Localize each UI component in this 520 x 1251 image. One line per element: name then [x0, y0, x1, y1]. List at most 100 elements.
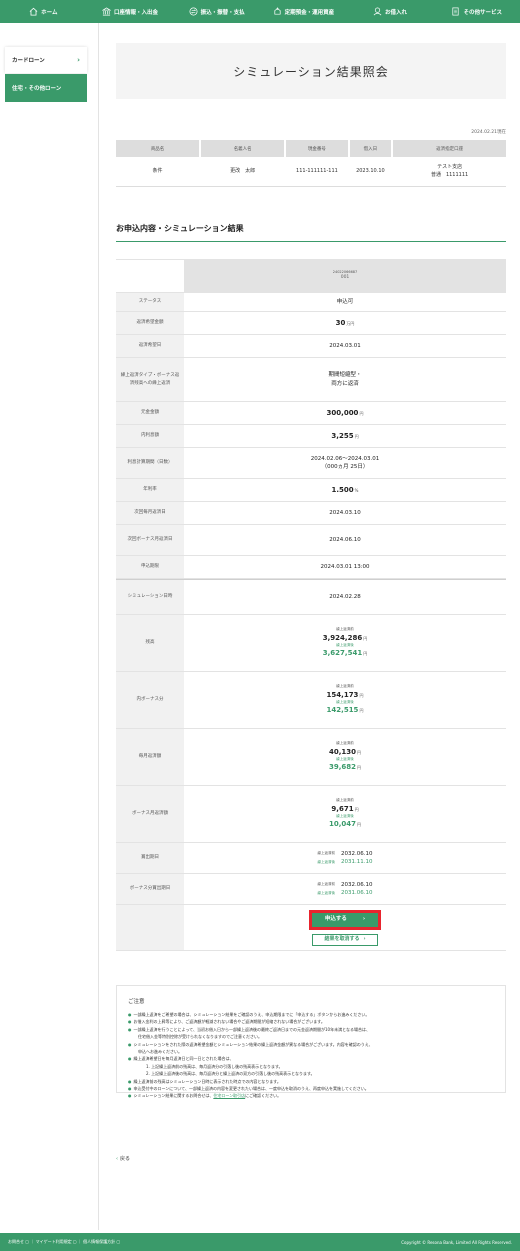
column-header: 現金番号: [286, 140, 348, 157]
rate-value: 1.500%: [184, 479, 506, 501]
before-amount: 9,671: [331, 804, 354, 813]
row-label: 元金金額: [116, 402, 184, 424]
nav-savings[interactable]: 定期預金・運用資産: [260, 0, 347, 23]
footer-links[interactable]: お問合せ ▢ ｜ マイゲート利用規定 ▢ ｜ 個人情報保護方針 ▢: [8, 1239, 120, 1245]
nav-home[interactable]: ホーム: [0, 0, 87, 23]
bonus-monthly-value: 繰上返済前 9,671円 繰上返済後 10,047円: [184, 786, 506, 842]
before-tag: 繰上返済前: [317, 882, 336, 887]
row-label: ステータス: [116, 293, 184, 311]
row-label: 返済希望日: [116, 335, 184, 357]
amount-unit: 円: [357, 822, 361, 828]
nav-other-label: その他サービス: [463, 9, 502, 16]
row-label: 利息計算期間（日数）: [116, 448, 184, 478]
desired-amount-value: 30万円: [184, 312, 506, 334]
bullet-icon: ●: [128, 1085, 132, 1091]
document-icon: [452, 7, 459, 16]
amount-unit: 円: [354, 433, 359, 439]
repay-type-line: 両方に返済: [331, 380, 359, 387]
before-date: 2032.06.10: [341, 850, 373, 857]
nav-transfer[interactable]: 振込・振替・支払: [173, 0, 260, 23]
repayment-account: テスト支店 普通 1111111: [393, 157, 506, 186]
action-buttons: 申込する › 結果を取消する ›: [184, 905, 506, 950]
nav-other[interactable]: その他サービス: [433, 0, 520, 23]
amount-unit: 円: [359, 708, 364, 714]
bullet-icon: ●: [128, 1012, 132, 1017]
row-label: 繰上返済タイプ・ボーナス返済残高への繰上返済: [116, 358, 184, 401]
row-label: 内利息額: [116, 425, 184, 447]
cancel-result-button[interactable]: 結果を取消する ›: [312, 933, 378, 946]
note-text: 繰上返済希望日を毎月返済日と同一日とされた場合は、: [133, 1056, 234, 1062]
note-line: 2. 上記繰上返済後の残高は、毎月返済分と繰上返済の双方の引落し後の残高表示とな…: [128, 1070, 494, 1077]
bullet-icon: ●: [128, 1019, 132, 1025]
apply-button-label: 申込する: [324, 916, 347, 923]
loan-icon: [373, 7, 382, 16]
chevron-right-icon: ›: [363, 935, 366, 942]
deadline-value: 2024.03.01 13:00: [320, 563, 370, 570]
nav-accounts[interactable]: 口座情報・入出金: [87, 0, 174, 23]
branch-link[interactable]: 住宅ローン取引店: [213, 1093, 245, 1098]
note-text: 一部繰上返済をご希望の場合は、シミュレーション結果をご確認のうえ、申込期限までに…: [133, 1012, 370, 1017]
account-number: 普通 1111111: [430, 171, 469, 178]
next-monthly-value: 2024.03.10: [329, 509, 361, 516]
back-label: 戻る: [120, 1156, 131, 1162]
after-amount: 3,627,541: [322, 649, 363, 658]
repay-type-value: 期間短縮型・ 両方に返済: [184, 358, 506, 401]
table-row: 利息計算期間（日数） 2024.02.06～2024.03.01 （000ヵ月 …: [116, 448, 506, 479]
copyright: Copyright © Resona Bank, Limited All Rig…: [401, 1239, 512, 1245]
amount-unit: 円: [357, 765, 361, 771]
simulation-table: 24022066687 001 ステータス 申込可 返済希望金額 30万円 返済…: [116, 259, 506, 951]
sim-datetime-value: 2024.02.28: [329, 593, 361, 600]
note-line: ● 申込受付中のローンについて、一部繰上返済の内容を変更されたい場合は、一度申込を…: [128, 1085, 494, 1092]
transfer-icon: [189, 7, 198, 16]
before-amount: 154,173: [326, 690, 359, 699]
note-text: にご確認ください。: [245, 1093, 282, 1099]
repay-type-line: 期間短縮型・: [328, 372, 362, 379]
back-link[interactable]: ‹ 戻る: [116, 1155, 130, 1162]
table-row: 内ボーナス分 繰上返済前 154,173円 繰上返済後 142,515円: [116, 672, 506, 729]
after-tag: 繰上返済後: [317, 859, 336, 864]
period-value: 2024.02.06～2024.03.01 （000ヵ月 25日）: [184, 448, 506, 478]
note-line: 住宅借入金等特別控除が受けられなくなりますのでご注意ください。: [128, 1033, 494, 1040]
table-row: ボーナス月返済額 繰上返済前 9,671円 繰上返済後 10,047円: [116, 786, 506, 843]
amount-number: 300,000: [326, 408, 359, 417]
nav-loan[interactable]: お借入れ: [347, 0, 434, 23]
table-row: 賞出期日 繰上返済前 2032.06.10 繰上返済後 2031.11.10: [116, 843, 506, 874]
note-text: シミュレーション結果に関するお問合せは、: [133, 1093, 214, 1099]
table-row: 毎月返済額 繰上返済前 40,130円 繰上返済後 39,682円: [116, 729, 506, 786]
row-label: 賞出期日: [116, 843, 184, 873]
amount-unit: 円: [359, 410, 364, 416]
note-line: ● お借入金利の上昇等により、ご返済額が軽減されない場合やご返済期間が短縮されない…: [128, 1018, 494, 1025]
column-header: 返済指定口座: [393, 140, 506, 157]
note-text: 1. 上記繰上返済前の残高は、毎月返済分の引落し後の残高表示となります。: [146, 1063, 283, 1069]
as-of-date: 2024.02.21現在: [471, 130, 506, 135]
principal-value: 300,000円: [184, 402, 506, 424]
bullet-icon: ●: [128, 1026, 132, 1032]
note-text: 申込へお進みください。: [138, 1048, 182, 1054]
amount-unit: 円: [359, 692, 364, 698]
sidebar-item-label: カードローン: [12, 58, 45, 64]
table-row: 返済希望金額 30万円: [116, 312, 506, 335]
note-text: 一部繰上返済を行うことによって、当初お借入日から一部繰上返済後の最終ご返済日まで…: [133, 1026, 370, 1032]
bullet-icon: ●: [128, 1056, 132, 1062]
footer: お問合せ ▢ ｜ マイゲート利用規定 ▢ ｜ 個人情報保護方針 ▢ Copyri…: [0, 1233, 520, 1251]
row-label: 年利率: [116, 479, 184, 501]
notes-title: ご注意: [128, 999, 145, 1005]
note-text: 繰上返済前の残高はシミュレーション日時に表示された時点での内容となります。: [133, 1078, 281, 1084]
after-date: 2031.11.10: [341, 859, 373, 865]
sidebar-item-card-loan[interactable]: カードローン ›: [5, 47, 87, 73]
bullet-icon: ●: [128, 1093, 132, 1099]
apply-button[interactable]: 申込する ›: [309, 909, 381, 930]
nav-loan-label: お借入れ: [385, 9, 408, 16]
row-label: ボーナス月返済額: [116, 786, 184, 842]
loan-date: 2023.10.10: [356, 167, 385, 174]
chevron-right-icon: ›: [77, 56, 80, 64]
sidebar-item-housing-loan[interactable]: 住宅・その他ローン: [5, 74, 87, 102]
after-amount: 142,515: [326, 706, 359, 715]
simulation-sub-id: 001: [340, 275, 350, 281]
home-icon: [29, 7, 38, 16]
desired-date-value: 2024.03.01: [329, 342, 361, 349]
bullet-icon: ●: [128, 1041, 132, 1047]
before-amount: 3,924,286: [322, 633, 363, 642]
before-tag: 繰上返済前: [317, 851, 336, 856]
empty-label: [116, 260, 184, 292]
